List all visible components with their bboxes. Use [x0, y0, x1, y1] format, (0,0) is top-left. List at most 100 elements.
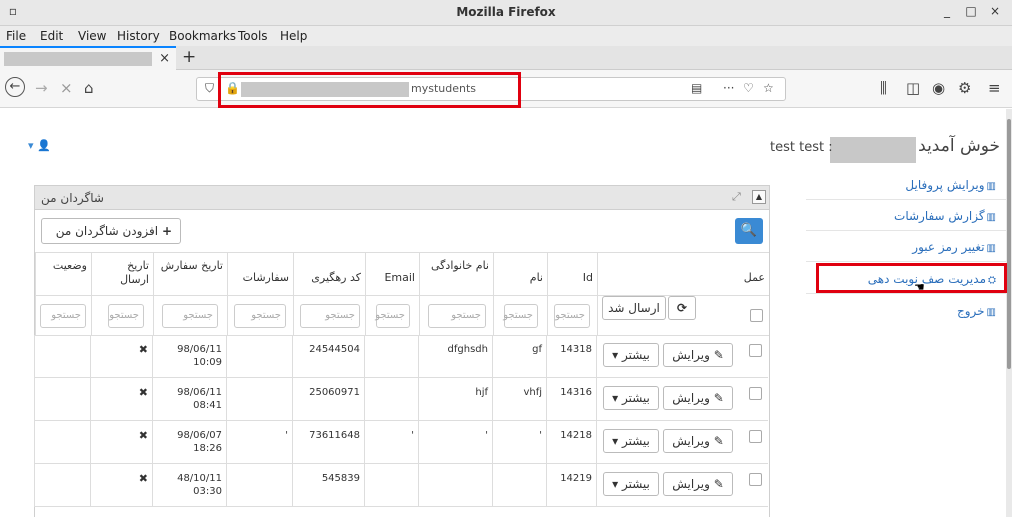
more-dropdown-button[interactable]: بیشتر ▾	[603, 343, 659, 367]
filter-id-input[interactable]: جستجو	[554, 304, 590, 328]
col-send-date[interactable]: تاریخ ارسال	[91, 253, 153, 297]
menu-bookmarks[interactable]: Bookmarks	[169, 29, 236, 43]
expand-icon[interactable]: ⤢	[732, 190, 741, 204]
page-actions-icon[interactable]: ···	[723, 81, 734, 95]
new-tab-button[interactable]: +	[182, 47, 196, 67]
cell-tracking: 545839	[292, 464, 364, 507]
minimize-button[interactable]: _	[938, 4, 956, 22]
sidebar-item-label: خروج	[956, 304, 985, 318]
user-menu-icon[interactable]: ▾ 👤	[28, 139, 51, 152]
order-time-value: 08:41	[193, 400, 222, 411]
reader-view-icon[interactable]: ▤	[691, 81, 702, 95]
tab-active[interactable]: ×	[0, 46, 176, 70]
pocket-icon[interactable]: ♡	[743, 81, 754, 95]
back-button[interactable]: ←	[5, 77, 25, 97]
bookmark-star-icon[interactable]: ☆	[763, 81, 774, 95]
sidebar-item-logout[interactable]: ▥خروج	[806, 296, 1006, 326]
filter-email-input[interactable]: جستجو	[375, 304, 410, 328]
filter-orders-input[interactable]: جستجو	[234, 304, 286, 328]
col-family[interactable]: نام خانوادگی	[419, 253, 493, 297]
sent-button[interactable]: ارسال شد	[602, 296, 666, 320]
chart-icon: ▥	[986, 243, 996, 254]
edit-button[interactable]: ✎ ویرایش	[663, 386, 733, 410]
refresh-icon[interactable]: ⟳	[668, 296, 696, 320]
menu-edit[interactable]: Edit	[40, 29, 63, 43]
menu-tools[interactable]: Tools	[238, 29, 268, 43]
maximize-button[interactable]: □	[962, 4, 980, 22]
account-icon[interactable]: ◉	[932, 79, 945, 97]
collapse-icon[interactable]: ▲	[752, 190, 766, 204]
order-date-value: 98/06/11	[177, 344, 222, 355]
sidebar-item-edit-profile[interactable]: ▥ویرایش پروفایل	[806, 170, 1006, 200]
filter-send-date-input[interactable]: جستجو	[108, 304, 144, 328]
filter-order-date-input[interactable]: جستجو	[162, 304, 218, 328]
col-name[interactable]: نام	[493, 253, 547, 297]
scrollbar-thumb[interactable]	[1007, 119, 1011, 369]
add-students-button[interactable]: + افزودن شاگردان من	[41, 218, 181, 244]
row-checkbox[interactable]	[749, 344, 762, 357]
cell-family: '	[418, 421, 492, 464]
menu-help[interactable]: Help	[280, 29, 307, 43]
edit-label: ویرایش	[672, 434, 710, 448]
col-orders[interactable]: سفارشات	[227, 253, 293, 297]
table-row: ✖ 48/10/11 03:30 545839 14219 بیشتر ▾ ✎ ویرایش	[34, 464, 768, 507]
row-checkbox[interactable]	[749, 430, 762, 443]
order-date-value: 98/06/11	[177, 387, 222, 398]
filter-tracking-input[interactable]: جستجو	[300, 304, 360, 328]
scrollbar[interactable]	[1006, 109, 1012, 517]
more-dropdown-button[interactable]: بیشتر ▾	[603, 429, 659, 453]
library-icon[interactable]: ⫼	[880, 79, 887, 97]
close-tab-icon[interactable]: ×	[159, 51, 170, 66]
not-sent-icon: ✖	[138, 429, 148, 442]
more-dropdown-button[interactable]: بیشتر ▾	[603, 386, 659, 410]
col-id[interactable]: Id	[547, 253, 597, 297]
mouse-cursor-icon: ☚	[914, 280, 925, 294]
close-window-button[interactable]: ×	[986, 4, 1004, 22]
forward-button[interactable]: →	[35, 79, 48, 97]
row-checkbox[interactable]	[749, 387, 762, 400]
edit-button[interactable]: ✎ ویرایش	[663, 343, 733, 367]
edit-button[interactable]: ✎ ویرایش	[663, 429, 733, 453]
col-email[interactable]: Email	[365, 253, 419, 297]
menu-history[interactable]: History	[117, 29, 160, 43]
cell-action: بیشتر ▾ ✎ ویرایش	[596, 378, 768, 421]
row-checkbox[interactable]	[749, 473, 762, 486]
chart-icon: ▥	[986, 181, 996, 192]
sidebar-toggle-icon[interactable]: ◫	[906, 79, 920, 97]
menu-view[interactable]: View	[78, 29, 106, 43]
select-all-checkbox[interactable]	[750, 309, 763, 322]
cell-id: 14318	[546, 335, 596, 378]
table-row: ✖ 98/06/11 10:09 24544504 dfghsdh gf 14318 بیشت…	[34, 335, 768, 378]
cell-name	[492, 464, 546, 507]
filter-name-input[interactable]: جستجو	[503, 304, 538, 328]
menu-hamburger-icon[interactable]: ≡	[988, 79, 1001, 97]
cell-order-date: 98/06/11 10:09	[152, 335, 226, 378]
cell-email	[364, 464, 418, 507]
edit-label: ویرایش	[672, 477, 710, 491]
shield-icon: ⛉	[205, 81, 215, 95]
col-tracking[interactable]: کد رهگیری	[293, 253, 365, 297]
menu-bar: File Edit View History Bookmarks Tools H…	[0, 26, 1012, 46]
edit-button[interactable]: ✎ ویرایش	[663, 472, 733, 496]
col-status[interactable]: وضعیت	[35, 253, 91, 297]
filter-status-input[interactable]: جستجو	[40, 304, 86, 328]
cell-id: 14316	[546, 378, 596, 421]
extension-icon[interactable]: ⚙	[958, 79, 971, 97]
table-row: ✖ 98/06/07 18:26 ' 73611648 ' ' ' 14218 بیشتر ▾ ✎ …	[34, 421, 768, 464]
cell-family: hjf	[418, 378, 492, 421]
sidebar-item-change-password[interactable]: ▥تغییر رمز عبور	[806, 232, 1006, 262]
menu-file[interactable]: File	[6, 29, 26, 43]
col-order-date[interactable]: تاریخ سفارش	[153, 253, 227, 297]
filter-row: جستجو جستجو جستجو جستجو جستجو جستجو جستج…	[35, 296, 769, 336]
cell-order-date: 98/06/11 08:41	[152, 378, 226, 421]
stop-button[interactable]: ×	[60, 79, 73, 97]
panel-header: شاگردان من ⤢ ▲	[35, 186, 769, 210]
more-dropdown-button[interactable]: بیشتر ▾	[603, 472, 659, 496]
search-button[interactable]: 🔍	[735, 218, 763, 244]
sidebar-item-orders-report[interactable]: ▥گزارش سفارشات	[806, 201, 1006, 231]
cell-tracking: 24544504	[292, 335, 364, 378]
search-icon: 🔍	[740, 223, 758, 238]
welcome-text: خوش آمدید	[918, 136, 1000, 156]
filter-family-input[interactable]: جستجو	[428, 304, 486, 328]
home-button[interactable]: ⌂	[84, 79, 94, 97]
